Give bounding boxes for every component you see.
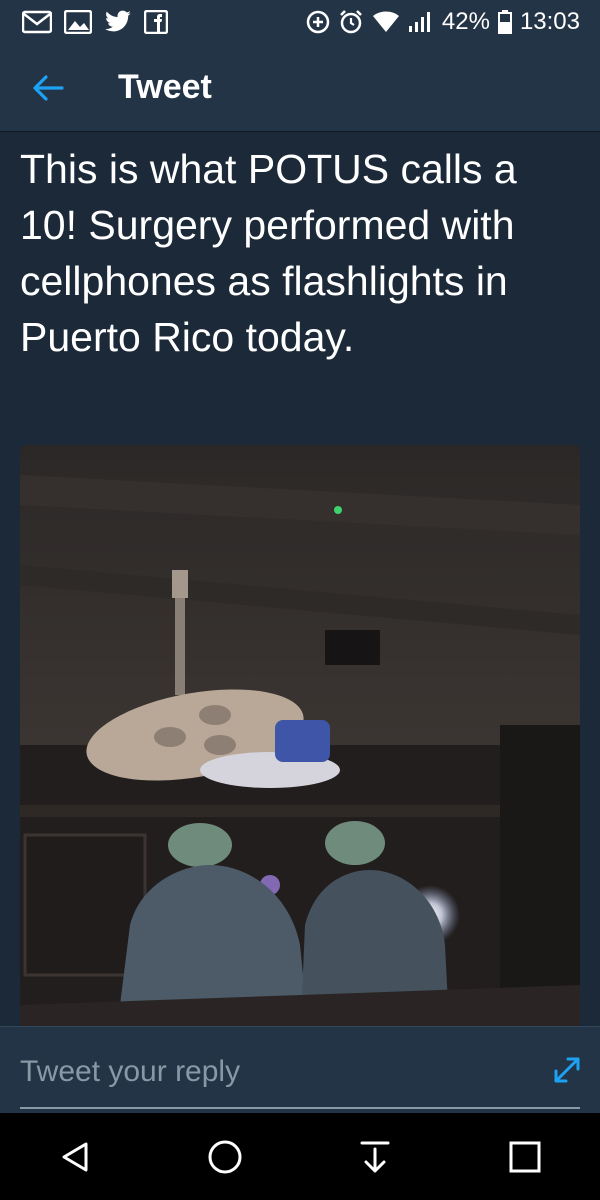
- operating-room-image: [20, 445, 580, 1026]
- home-circle-icon: [208, 1140, 242, 1173]
- recents-square-icon: [509, 1141, 541, 1172]
- expand-button[interactable]: [552, 1055, 582, 1085]
- clock: 13:03: [519, 8, 580, 35]
- gallery-icon: [64, 10, 92, 34]
- wifi-icon: [372, 11, 400, 33]
- nav-recents-button[interactable]: [490, 1122, 560, 1192]
- tweet-text: This is what POTUS calls a 10! Surgery p…: [20, 146, 517, 360]
- gmail-icon: [22, 10, 52, 34]
- alarm-icon: [338, 9, 364, 35]
- reply-underline: [20, 1107, 580, 1109]
- system-nav-bar: [0, 1113, 600, 1200]
- back-button[interactable]: [18, 58, 78, 118]
- battery-percent: 42%: [441, 8, 490, 35]
- tweet-photo[interactable]: [20, 445, 580, 1026]
- nav-back-button[interactable]: [40, 1122, 110, 1192]
- data-saver-icon: [306, 10, 330, 34]
- system-status: 42% 13:03: [306, 8, 600, 36]
- notification-icons: [0, 10, 168, 34]
- twitter-icon: [104, 10, 132, 34]
- reply-bar: Tweet your reply: [0, 1026, 600, 1113]
- back-arrow-icon: [33, 74, 64, 101]
- back-triangle-icon: [62, 1142, 88, 1171]
- app-bar: Tweet: [0, 44, 600, 132]
- signal-icon: [408, 10, 434, 34]
- tweet-detail: This is what POTUS calls a 10! Surgery p…: [0, 133, 600, 1026]
- page-title: Tweet: [118, 68, 212, 106]
- facebook-icon: [144, 10, 168, 34]
- download-icon: [360, 1141, 390, 1172]
- nav-home-button[interactable]: [190, 1122, 260, 1192]
- expand-icon: [554, 1057, 580, 1083]
- reply-input[interactable]: Tweet your reply: [20, 1027, 540, 1111]
- nav-download-button[interactable]: [340, 1122, 410, 1192]
- status-bar: 42% 13:03: [0, 0, 600, 44]
- battery-icon: [497, 10, 512, 34]
